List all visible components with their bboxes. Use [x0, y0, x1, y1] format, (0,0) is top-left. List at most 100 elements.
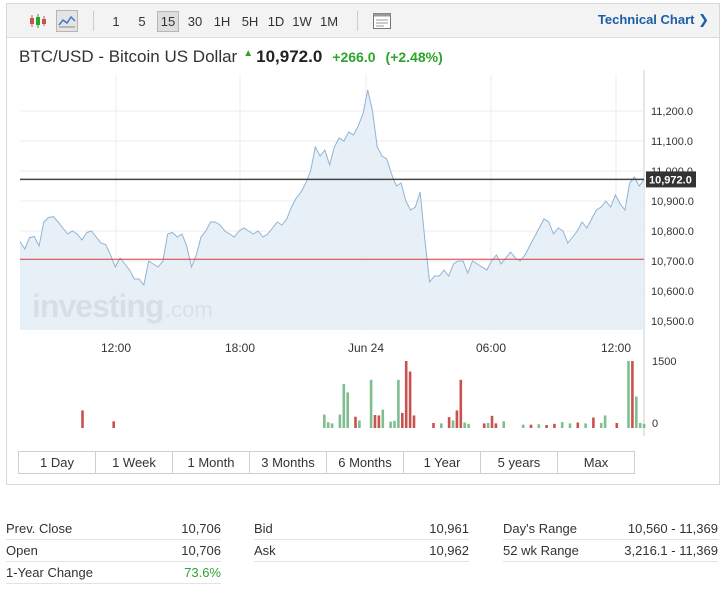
range-1-week[interactable]: 1 Week — [95, 451, 173, 474]
volume-tick-label: 1500 — [652, 356, 676, 368]
last-price-tag: 10,972.0 — [646, 171, 696, 188]
y-tick-label: 10,800.0 — [651, 226, 694, 238]
stat-label: 1-Year Change — [6, 565, 93, 580]
stat-row: 1-Year Change 73.6% — [6, 562, 221, 584]
volume-bar — [537, 424, 541, 428]
stat-label: Bid — [254, 521, 273, 536]
stat-row: 52 wk Range 3,216.1 - 11,369 — [503, 540, 718, 562]
volume-bar — [560, 422, 564, 428]
stat-row: Prev. Close 10,706 — [6, 518, 221, 540]
volume-bar — [323, 414, 326, 428]
x-tick-label: 06:00 — [476, 341, 506, 355]
y-tick-label: 10,500.0 — [651, 316, 694, 328]
stat-label: 52 wk Range — [503, 543, 579, 558]
volume-bar — [330, 423, 334, 428]
stat-value: 10,560 - 11,369 — [627, 521, 718, 536]
volume-bar — [459, 379, 463, 428]
volume-bar — [490, 415, 494, 428]
volume-bar — [408, 371, 412, 428]
stat-value: 10,962 — [429, 543, 469, 558]
volume-bar — [463, 422, 466, 428]
volume-bar — [521, 424, 525, 428]
volume-bar — [642, 423, 646, 428]
volume-bar — [346, 392, 349, 428]
y-tick-label: 10,600.0 — [651, 286, 694, 298]
volume-bar — [486, 422, 490, 428]
volume-bar — [603, 415, 607, 428]
volume-bar — [553, 423, 556, 428]
volume-bar — [455, 410, 459, 428]
x-tick-label: 12:00 — [101, 341, 131, 355]
stat-label: Day's Range — [503, 521, 578, 536]
volume-bar — [451, 420, 455, 428]
volume-bar — [393, 420, 396, 428]
stat-value: 73.6% — [184, 565, 221, 580]
price-chart[interactable]: 10,500.0 10,600.0 10,700.0 10,800.0 10,900.0… — [0, 0, 727, 445]
volume-bar — [635, 396, 638, 428]
volume-bar — [397, 379, 400, 428]
volume-bar — [482, 423, 486, 428]
stat-row: Bid 10,961 — [254, 518, 469, 540]
volume-bar — [592, 417, 595, 428]
stat-label: Prev. Close — [6, 521, 73, 536]
volume-bar — [326, 422, 330, 428]
volume-bar — [638, 422, 642, 428]
range-selector: 1 Day 1 Week 1 Month 3 Months 6 Months 1 Year… — [18, 451, 635, 474]
volume-bar — [529, 424, 533, 428]
stat-value: 10,706 — [181, 521, 221, 536]
volume-bar — [369, 379, 373, 428]
stat-value: 10,706 — [181, 543, 221, 558]
volume-bar — [599, 422, 603, 428]
volume-bar — [354, 416, 357, 428]
stat-label: Ask — [254, 543, 276, 558]
range-1-year[interactable]: 1 Year — [403, 451, 481, 474]
last-price-tag-label: 10,972.0 — [649, 174, 692, 186]
volume-bar — [358, 420, 361, 428]
x-tick-label: Jun 24 — [348, 341, 384, 355]
range-3-months[interactable]: 3 Months — [249, 451, 327, 474]
y-tick-label: 11,200.0 — [651, 106, 693, 118]
stat-value: 10,961 — [429, 521, 469, 536]
volume-bar — [615, 422, 619, 428]
volume-bar — [545, 425, 548, 428]
volume-bar — [342, 384, 346, 428]
volume-bar — [467, 423, 470, 428]
y-tick-label: 10,900.0 — [651, 196, 694, 208]
volume-bar — [377, 415, 381, 428]
volume-bar — [404, 361, 408, 428]
range-1-day[interactable]: 1 Day — [18, 451, 96, 474]
range-max[interactable]: Max — [557, 451, 635, 474]
volume-bar — [338, 414, 342, 428]
volume-bar — [584, 423, 587, 428]
volume-bar — [373, 415, 377, 428]
range-6-months[interactable]: 6 Months — [326, 451, 404, 474]
volume-bar — [494, 423, 498, 428]
volume-bar — [412, 415, 416, 428]
volume-bar — [381, 409, 385, 428]
volume-bar — [576, 422, 580, 428]
volume-bar — [440, 423, 443, 428]
volume-bar — [502, 421, 505, 428]
volume-bar — [447, 417, 451, 428]
volume-bar — [389, 421, 392, 428]
volume-bar — [631, 361, 634, 428]
stat-row: Day's Range 10,560 - 11,369 — [503, 518, 718, 540]
volume-bar — [81, 410, 84, 428]
price-area — [20, 90, 644, 330]
y-tick-label: 11,100.0 — [651, 136, 693, 148]
stat-row: Ask 10,962 — [254, 540, 469, 562]
stat-row: Open 10,706 — [6, 540, 221, 562]
volume-bar — [432, 422, 435, 428]
quote-stats: Prev. Close 10,706 Open 10,706 1-Year Change… — [0, 518, 727, 590]
volume-bar — [568, 423, 572, 428]
range-1-month[interactable]: 1 Month — [172, 451, 250, 474]
volume-bar — [627, 361, 630, 428]
x-tick-label: 18:00 — [225, 341, 255, 355]
stat-value: 3,216.1 - 11,369 — [624, 543, 718, 558]
volume-bar — [401, 412, 404, 429]
x-tick-label: 12:00 — [601, 341, 631, 355]
y-tick-label: 10,700.0 — [651, 256, 694, 268]
range-5-years[interactable]: 5 years — [480, 451, 558, 474]
volume-tick-label: 0 — [652, 418, 658, 430]
volume-bar — [112, 421, 115, 428]
